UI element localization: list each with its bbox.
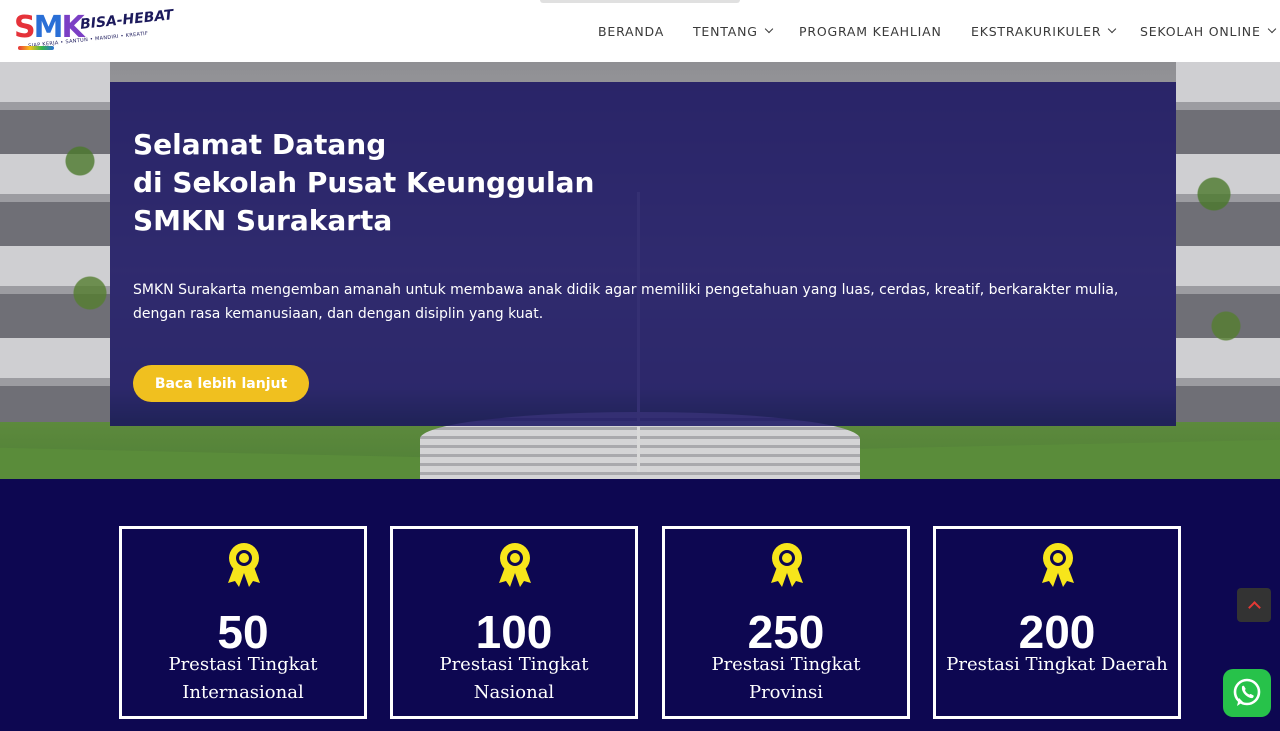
stat-card-internasional: 50 Prestasi Tingkat Internasional <box>119 526 367 719</box>
chevron-down-icon <box>1267 24 1276 34</box>
award-medal-icon <box>499 543 531 587</box>
hero-plants-right <box>1190 62 1250 392</box>
hero-section: Selamat Datang di Sekolah Pusat Keunggul… <box>0 62 1280 479</box>
achievements-section: 50 Prestasi Tingkat Internasional 100 Pr… <box>0 479 1280 731</box>
logo-color-stripe <box>18 46 54 50</box>
stat-value: 250 <box>747 606 825 658</box>
hero-title-line: Selamat Datang <box>133 128 387 161</box>
hero-description: SMKN Surakarta mengemban amanah untuk me… <box>133 282 1119 322</box>
nav-item-program-keahlian[interactable]: PROGRAM KEAHLIAN <box>799 23 942 39</box>
scroll-to-top-button[interactable] <box>1237 588 1271 622</box>
stat-value: 200 <box>1018 606 1096 658</box>
stat-value: 100 <box>475 606 553 658</box>
nav-item-sekolah-online[interactable]: SEKOLAH ONLINE <box>1140 23 1276 39</box>
hero-title-line: di Sekolah Pusat Keunggulan <box>133 166 595 199</box>
site-logo[interactable]: SMK BISA-HEBAT SIAP KERJA • SANTUN • MAN… <box>14 7 174 54</box>
whatsapp-button[interactable] <box>1223 669 1271 717</box>
hero-lawn-left <box>0 447 470 479</box>
hero-title: Selamat Datang di Sekolah Pusat Keunggul… <box>133 126 693 240</box>
stat-label: Prestasi Tingkat Internasional <box>168 654 318 703</box>
header-shadow <box>540 0 740 3</box>
award-medal-icon <box>771 543 803 587</box>
hero-plants-left <box>60 62 110 392</box>
nav-item-label: BERANDA <box>598 23 665 39</box>
stat-label: Prestasi Tingkat Daerah <box>946 654 1168 675</box>
nav-item-ekstrakurikuler[interactable]: EKSTRAKURIKULER <box>971 23 1117 39</box>
hero-lawn-right <box>820 439 1280 479</box>
hero-title-line: SMKN Surakarta <box>133 204 393 237</box>
site-header: SMK BISA-HEBAT SIAP KERJA • SANTUN • MAN… <box>0 0 1280 62</box>
chevron-down-icon <box>1108 24 1117 34</box>
nav-item-beranda[interactable]: BERANDA <box>598 23 664 39</box>
award-medal-icon <box>1042 543 1074 587</box>
nav-item-label: TENTANG <box>693 23 758 39</box>
read-more-button[interactable]: Baca lebih lanjut <box>133 365 309 402</box>
stat-label: Prestasi Tingkat Nasional <box>439 654 589 703</box>
stat-card-nasional: 100 Prestasi Tingkat Nasional <box>390 526 638 719</box>
nav-item-label: EKSTRAKURIKULER <box>971 23 1102 39</box>
award-medal-icon <box>228 543 260 587</box>
stat-card-daerah: 200 Prestasi Tingkat Daerah <box>933 526 1181 719</box>
nav-item-label: SEKOLAH ONLINE <box>1140 23 1261 39</box>
nav-item-label: PROGRAM KEAHLIAN <box>799 23 942 39</box>
chevron-down-icon <box>764 24 773 34</box>
stat-card-provinsi: 250 Prestasi Tingkat Provinsi <box>662 526 910 719</box>
stat-value: 50 <box>217 606 269 658</box>
whatsapp-icon <box>1233 678 1261 706</box>
chevron-up-icon <box>1247 601 1261 614</box>
nav-item-tentang[interactable]: TENTANG <box>693 23 773 39</box>
logo-brand-text: BISA-HEBAT <box>79 7 175 33</box>
stat-label: Prestasi Tingkat Provinsi <box>711 654 861 703</box>
